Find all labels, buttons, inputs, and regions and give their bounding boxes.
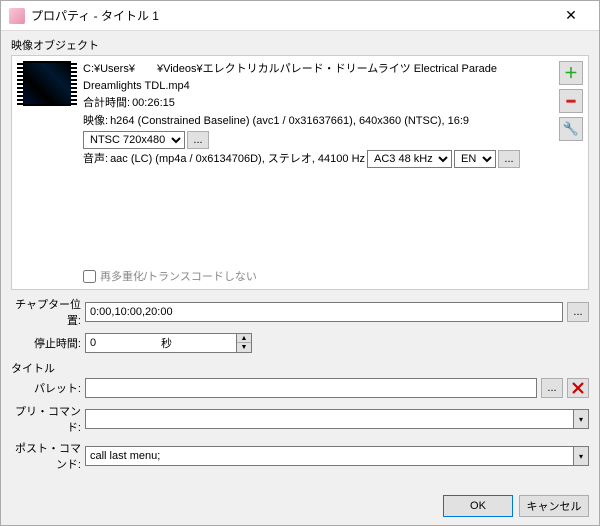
audio-lang-select[interactable]: EN (454, 150, 496, 168)
plus-icon: ＋ (564, 63, 578, 83)
audio-format-select[interactable]: AC3 48 kHz (367, 150, 452, 168)
add-button[interactable]: ＋ (559, 61, 583, 85)
content-area: 映像オブジェクト C:¥Users¥ ¥Videos¥エレクトリカルパレード・ド… (1, 31, 599, 487)
wrench-icon: 🔧 (563, 121, 579, 137)
palette-input[interactable] (85, 378, 537, 398)
post-command-input[interactable] (85, 446, 573, 466)
no-remux-checkbox[interactable] (83, 270, 96, 283)
video-group-label: 映像オブジェクト (11, 37, 589, 53)
pause-spinner[interactable]: ▲▼ (85, 333, 157, 353)
audio-codec-label: 音声: (83, 151, 108, 168)
chapter-input[interactable] (85, 302, 563, 322)
window-title: プロパティ - タイトル 1 (31, 7, 551, 24)
properties-dialog: プロパティ - タイトル 1 ✕ 映像オブジェクト C:¥Users¥ ¥Vid… (0, 0, 600, 526)
audio-codec-value: aac (LC) (mp4a / 0x6134706D), ステレオ, 4410… (110, 151, 365, 168)
duration-value: 00:26:15 (132, 95, 175, 112)
pause-label: 停止時間: (11, 335, 81, 351)
remove-button[interactable]: ━ (559, 89, 583, 113)
pre-command-dropdown[interactable]: ▾ (573, 409, 589, 429)
minus-icon: ━ (567, 93, 575, 110)
video-info: C:¥Users¥ ¥Videos¥エレクトリカルパレード・ドリームライツ El… (83, 61, 553, 169)
cancel-button[interactable]: キャンセル (519, 495, 589, 517)
audio-more-button[interactable]: ... (498, 150, 520, 168)
settings-button[interactable]: 🔧 (559, 117, 583, 141)
video-format-select[interactable]: NTSC 720x480 (83, 131, 185, 149)
video-objects-box: C:¥Users¥ ¥Videos¥エレクトリカルパレード・ドリームライツ El… (11, 55, 589, 290)
title-group-label: タイトル (11, 360, 589, 376)
palette-more-button[interactable]: ... (541, 378, 563, 398)
video-codec-value: h264 (Constrained Baseline) (avc1 / 0x31… (110, 113, 469, 130)
ok-button[interactable]: OK (443, 495, 513, 517)
chapter-label: チャプター位置: (11, 296, 81, 328)
palette-clear-button[interactable] (567, 378, 589, 398)
post-command-label: ポスト・コマンド: (11, 440, 81, 472)
duration-label: 合計時間: (83, 95, 130, 112)
spin-up[interactable]: ▲ (237, 334, 251, 343)
pre-command-label: プリ・コマンド: (11, 403, 81, 435)
app-icon (9, 8, 25, 24)
post-command-dropdown[interactable]: ▾ (573, 446, 589, 466)
titlebar[interactable]: プロパティ - タイトル 1 ✕ (1, 1, 599, 31)
video-thumbnail (17, 61, 77, 106)
video-codec-label: 映像: (83, 113, 108, 130)
x-icon (572, 382, 584, 394)
chapter-more-button[interactable]: ... (567, 302, 589, 322)
video-path: C:¥Users¥ ¥Videos¥エレクトリカルパレード・ドリームライツ El… (83, 61, 553, 94)
video-more-button[interactable]: ... (187, 131, 209, 149)
pre-command-input[interactable] (85, 409, 573, 429)
close-button[interactable]: ✕ (551, 2, 591, 30)
spin-down[interactable]: ▼ (237, 343, 251, 352)
palette-label: パレット: (11, 380, 81, 396)
pause-unit: 秒 (161, 335, 172, 351)
no-remux-label: 再多重化/トランスコードしない (100, 268, 257, 284)
footer: OK キャンセル (1, 487, 599, 525)
